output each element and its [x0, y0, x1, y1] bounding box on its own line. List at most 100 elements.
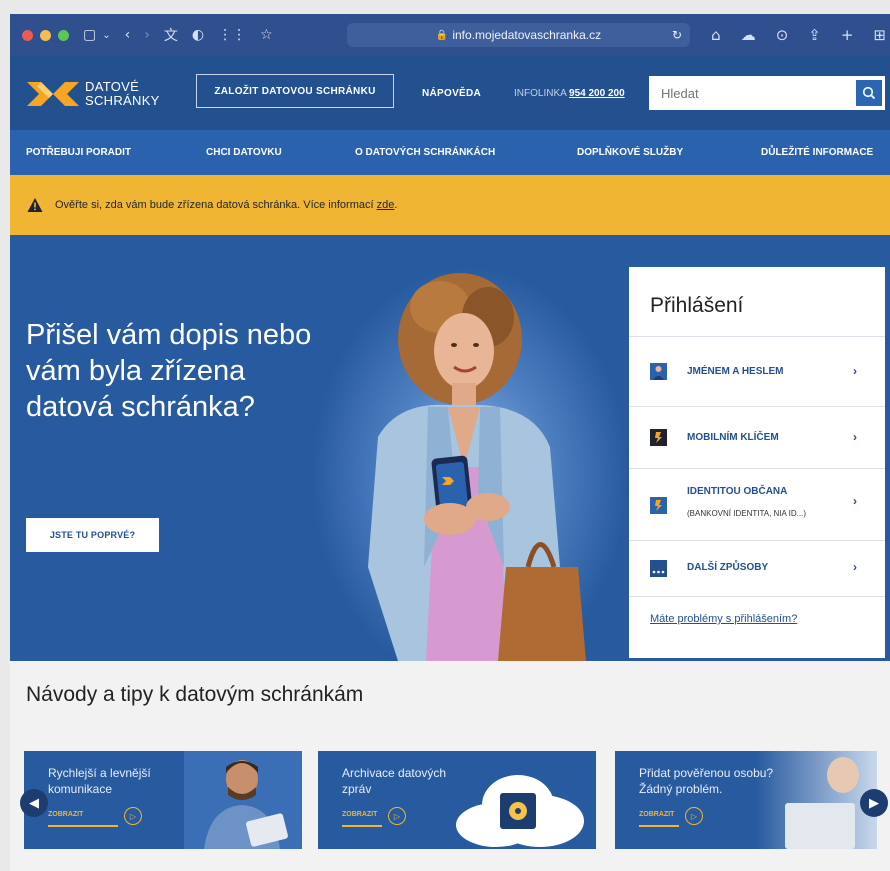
show-link[interactable]: ZOBRAZIT — [639, 811, 674, 818]
notice-end: . — [394, 199, 398, 211]
play-icon[interactable]: ▷ — [388, 807, 406, 825]
forward-icon[interactable]: › — [144, 27, 150, 43]
guide-card-title-line2: komunikace — [48, 782, 113, 796]
login-option-label: DALŠÍ ZPŮSOBY — [687, 562, 769, 573]
login-option-other[interactable]: DALŠÍ ZPŮSOBY › — [629, 540, 885, 596]
link-underline — [342, 825, 382, 827]
search-box — [649, 76, 885, 110]
login-option-label: MOBILNÍM KLÍČEM — [687, 432, 779, 443]
person-with-laptop-image — [755, 751, 877, 849]
help-link[interactable]: NÁPOVĚDA — [422, 88, 481, 99]
url-text: info.mojedatovaschranka.cz — [452, 28, 602, 42]
hero-title: Přišel vám dopis nebo vám byla zřízena d… — [26, 319, 312, 423]
download-icon[interactable]: ⊙ — [776, 26, 789, 44]
carousel-next-button[interactable]: ▶ — [860, 789, 888, 817]
guide-card-title: Archivace datových zpráv — [342, 765, 446, 797]
login-option-mobile-key[interactable]: MOBILNÍM KLÍČEM › — [629, 406, 885, 468]
hero-section: Přišel vám dopis nebo vám byla zřízena d… — [10, 235, 890, 661]
nav-item-important-info[interactable]: DŮLEŽITÉ INFORMACE — [761, 147, 873, 158]
woman-with-phone-image — [368, 273, 586, 661]
reload-icon[interactable]: ↻ — [672, 28, 682, 42]
logo-text-line2: SCHRÁNKY — [85, 93, 160, 108]
login-option-sublabel: (BANKOVNÍ IDENTITA, NIA ID...) — [687, 509, 806, 518]
notice-bar: Ověřte si, zda vám bude zřízena datová s… — [10, 175, 890, 235]
create-databox-button[interactable]: ZALOŽIT DATOVOU SCHRÁNKU — [196, 74, 394, 108]
show-link[interactable]: ZOBRAZIT — [342, 811, 377, 818]
chevron-right-icon: › — [853, 560, 857, 574]
first-time-button[interactable]: JSTE TU POPRVÉ? — [26, 518, 159, 552]
grid-icon[interactable]: ⋮⋮ — [218, 27, 246, 43]
play-icon[interactable]: ▷ — [124, 807, 142, 825]
carousel-prev-button[interactable]: ◀ — [20, 789, 48, 817]
guides-section: Návody a tipy k datovým schránkám Rychle… — [10, 661, 890, 871]
guides-title: Návody a tipy k datovým schránkám — [26, 683, 364, 706]
login-panel: Přihlášení JMÉNEM A HESLEM › MOBILNÍM KL… — [629, 267, 885, 658]
browser-toolbar: ▢ ⌄ ‹ › 文 ◐ ⋮⋮ ☆ 🔒 info.mojedatovaschran… — [10, 14, 890, 56]
logo[interactable]: DATOVÉ SCHRÁNKY — [27, 80, 160, 108]
login-option-label: IDENTITOU OBČANA — [687, 486, 788, 497]
nav-item-need-advice[interactable]: POTŘEBUJI PORADIT — [26, 147, 131, 158]
search-input[interactable] — [649, 85, 849, 101]
infoline-label: INFOLINKA — [514, 88, 567, 99]
browser-window: ▢ ⌄ ‹ › 文 ◐ ⋮⋮ ☆ 🔒 info.mojedatovaschran… — [10, 14, 890, 871]
person-icon — [650, 363, 667, 380]
search-button[interactable] — [856, 80, 882, 106]
notice-message: Ověřte si, zda vám bude zřízena datová s… — [55, 199, 374, 211]
guide-card-title-line2: Žádný problém. — [639, 782, 723, 796]
nav-item-additional-services[interactable]: DOPLŇKOVÉ SLUŽBY — [577, 147, 683, 158]
chevron-right-icon: › — [853, 430, 857, 444]
notice-text: Ověřte si, zda vám bude zřízena datová s… — [55, 199, 397, 211]
guide-card-title-line1: Rychlejší a levnější — [48, 766, 151, 780]
address-bar[interactable]: 🔒 info.mojedatovaschranka.cz ↻ — [347, 23, 690, 47]
zoom-window-button[interactable] — [58, 29, 69, 41]
nav-item-about-databoxes[interactable]: O DATOVÝCH SCHRÁNKÁCH — [355, 147, 495, 158]
home-icon[interactable]: ⌂ — [711, 26, 721, 44]
chevron-right-icon: › — [853, 494, 857, 508]
minimize-window-button[interactable] — [40, 29, 51, 41]
shield-icon[interactable]: ◐ — [192, 27, 204, 43]
link-underline — [639, 825, 679, 827]
citizen-identity-icon — [650, 497, 667, 514]
main-nav: POTŘEBUJI PORADIT CHCI DATOVKU O DATOVÝC… — [10, 130, 890, 175]
search-icon — [862, 86, 876, 100]
new-tab-icon[interactable]: + — [841, 26, 854, 44]
share-icon[interactable]: ⇪ — [808, 26, 821, 44]
play-icon[interactable]: ▷ — [685, 807, 703, 825]
tab-overview-icon[interactable]: ⊞ — [873, 26, 886, 44]
guide-card-title-line1: Přidat pověřenou osobu? — [639, 766, 774, 780]
notice-link[interactable]: zde — [377, 199, 395, 211]
login-option-citizen-identity[interactable]: IDENTITOU OBČANA (BANKOVNÍ IDENTITA, NIA… — [629, 468, 885, 540]
sidebar-toggle-icon[interactable]: ▢ — [83, 27, 96, 43]
warning-icon — [27, 198, 43, 212]
login-option-label: JMÉNEM A HESLEM — [687, 366, 784, 377]
show-link[interactable]: ZOBRAZIT — [48, 811, 83, 818]
bookmark-star-icon[interactable]: ☆ — [260, 27, 273, 43]
nav-item-want-databox[interactable]: CHCI DATOVKU — [206, 147, 282, 158]
more-icon — [650, 560, 667, 577]
infoline: INFOLINKA 954 200 200 — [514, 88, 625, 99]
guide-card-title-line2: zpráv — [342, 782, 372, 796]
mobile-key-icon — [650, 429, 667, 446]
guide-card-archiving[interactable]: Archivace datových zpráv ZOBRAZIT ▷ — [318, 751, 596, 849]
chevron-down-icon[interactable]: ⌄ — [102, 30, 110, 41]
close-window-button[interactable] — [22, 29, 33, 41]
man-with-tablet-image — [184, 751, 302, 849]
login-title: Přihlášení — [650, 294, 744, 317]
translate-icon[interactable]: 文 — [164, 25, 178, 45]
infoline-number[interactable]: 954 200 200 — [569, 88, 625, 99]
login-option-password[interactable]: JMÉNEM A HESLEM › — [629, 336, 885, 406]
cloud-safe-image — [456, 775, 584, 847]
login-problems-link[interactable]: Máte problémy s přihlášením? — [650, 613, 797, 625]
chevron-right-icon: › — [853, 364, 857, 378]
back-icon[interactable]: ‹ — [125, 27, 131, 43]
logo-text-line1: DATOVÉ — [85, 79, 140, 94]
logo-mark-icon — [27, 82, 79, 106]
guide-card-title: Rychlejší a levnější komunikace — [48, 765, 151, 797]
site-header: DATOVÉ SCHRÁNKY ZALOŽIT DATOVOU SCHRÁNKU… — [10, 56, 890, 130]
divider — [629, 596, 885, 597]
guide-card-title: Přidat pověřenou osobu? Žádný problém. — [639, 765, 773, 797]
lock-icon: 🔒 — [435, 29, 449, 41]
guide-card-authorized-person[interactable]: Přidat pověřenou osobu? Žádný problém. Z… — [615, 751, 877, 849]
cloud-icon[interactable]: ☁ — [741, 26, 756, 44]
guide-card-faster-communication[interactable]: Rychlejší a levnější komunikace ZOBRAZIT… — [24, 751, 302, 849]
